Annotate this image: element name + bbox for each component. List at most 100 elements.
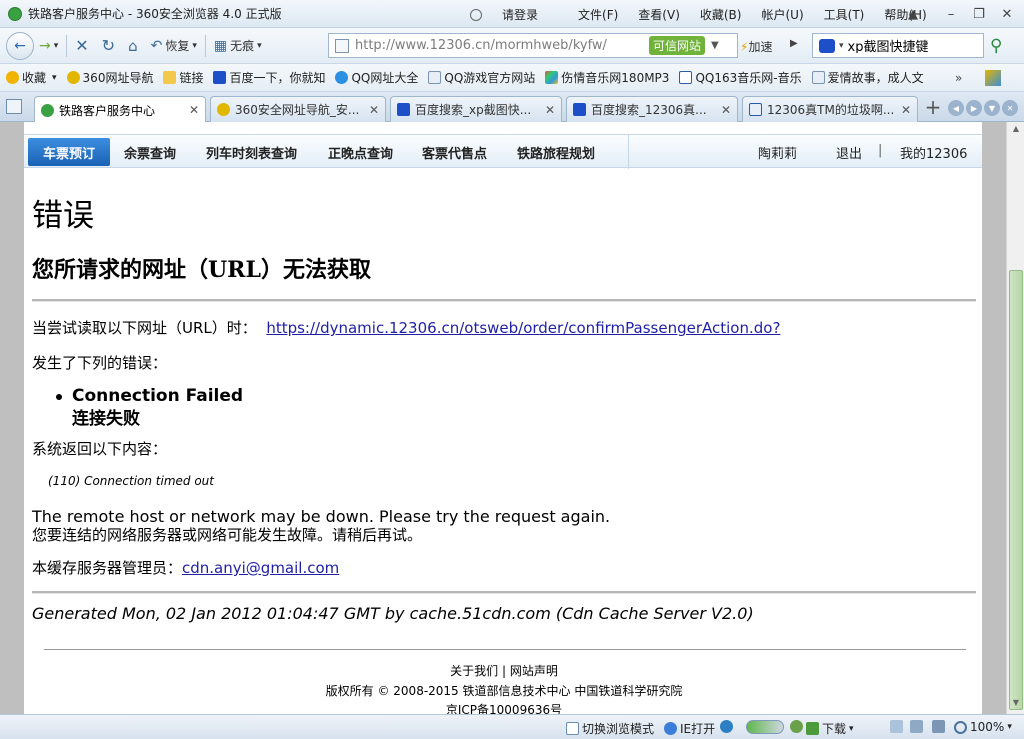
favorite-item[interactable]: QQ163音乐网-音乐 [679, 69, 802, 86]
home-button[interactable]: ⌂ [123, 33, 146, 59]
favorite-item[interactable]: 360网址导航 [66, 69, 153, 86]
tab-railway-service[interactable]: 铁路客户服务中心 ✕ [34, 96, 206, 123]
page-viewport: 车票预订 余票查询 列车时刻表查询 正晚点查询 客票代售点 铁路旅程规划 陶莉莉… [0, 122, 1024, 714]
vertical-scrollbar[interactable]: ▲ ▼ [1006, 122, 1024, 714]
menu-favorites[interactable]: 收藏(B) [700, 6, 742, 23]
minimize-button[interactable]: – [938, 4, 964, 24]
remote-host-message-cn: 您要连结的网络服务器或网络可能发生故障。请稍后再试。 [32, 526, 423, 544]
menu-tools[interactable]: 工具(T) [824, 6, 865, 23]
my-12306-link[interactable]: 我的12306 [900, 143, 967, 162]
ie-open-button[interactable]: IE打开 [664, 720, 715, 737]
back-button[interactable]: ← [6, 31, 34, 60]
scroll-up-icon[interactable]: ▲ [1009, 124, 1023, 138]
download-button[interactable]: 下载 ▾ [806, 720, 854, 737]
favorite-item[interactable]: QQ网址大全 [335, 69, 418, 86]
more-favorites-icon[interactable]: » [955, 71, 962, 85]
generated-line: Generated Mon, 02 Jan 2012 01:04:47 GMT … [32, 604, 754, 623]
baidu-paw-icon [573, 103, 586, 116]
site-icon [217, 103, 230, 116]
favorite-item[interactable]: 链接 [163, 69, 203, 86]
print-icon[interactable] [910, 720, 926, 733]
address-bar[interactable]: 可信网站 ▼ [328, 33, 738, 58]
favorite-item[interactable]: 百度一下，你就知 [213, 69, 325, 86]
scroll-down-icon[interactable]: ▼ [1009, 698, 1023, 712]
close-icon[interactable]: ✕ [369, 103, 379, 117]
nav-delay-query[interactable]: 正晚点查询 [328, 143, 393, 162]
favorite-item[interactable]: QQ游戏官方网站 [428, 69, 535, 86]
ie-icon [664, 722, 677, 735]
tab-scroll-controls: ◀ ▶ ▼ ✕ [948, 100, 1020, 116]
tab-menu-icon[interactable]: ▼ [984, 100, 1000, 116]
close-icon[interactable]: ✕ [901, 103, 911, 117]
app-cube-icon[interactable] [985, 70, 1001, 86]
tab-360-nav[interactable]: 360安全网址导航_安... ✕ [210, 96, 386, 122]
favorite-item[interactable]: 伤情音乐网180MP3 [545, 69, 669, 86]
menu-file[interactable]: 文件(F) [578, 6, 618, 23]
try-url-line: 当尝试读取以下网址（URL）时： https://dynamic.12306.c… [32, 319, 781, 337]
chevron-down-icon[interactable]: ▼ [711, 40, 719, 51]
login-link[interactable]: 请登录 [470, 6, 558, 23]
forward-button[interactable]: → ▾ [34, 33, 63, 59]
chevron-down-icon[interactable]: ▾ [839, 41, 844, 51]
url-input[interactable] [355, 38, 645, 53]
close-window-button[interactable]: ✕ [994, 4, 1020, 24]
trusted-site-badge[interactable]: 可信网站 [649, 36, 706, 55]
favorites-menu[interactable]: 收藏 ▾ [6, 69, 57, 86]
star-icon [6, 71, 19, 84]
toggle-switch[interactable] [746, 720, 784, 734]
clipboard-icon[interactable] [890, 720, 906, 733]
windows-icon [545, 71, 559, 84]
zoom-control[interactable]: 100% ▾ [954, 720, 1012, 734]
new-tab-button[interactable]: + [922, 97, 944, 119]
menu-view[interactable]: 查看(V) [638, 6, 680, 23]
close-icon[interactable]: ✕ [545, 103, 555, 117]
tab-scroll-left-icon[interactable]: ◀ [948, 100, 964, 116]
play-icon[interactable]: ▶ [790, 38, 798, 49]
nav-ticket-query[interactable]: 余票查询 [124, 143, 176, 162]
tab-list-icon[interactable] [6, 99, 22, 114]
restore-button[interactable]: ↶ 恢复 ▾ [146, 33, 202, 59]
stop-button[interactable]: ✕ [70, 33, 96, 59]
tab-baidu-xp[interactable]: 百度搜索_xp截图快... ✕ [390, 96, 562, 122]
about-us-link[interactable]: 关于我们 [450, 664, 498, 678]
favorite-item[interactable]: 爱情故事，成人文 [811, 69, 924, 86]
page-icon [811, 71, 825, 84]
download-icon [806, 722, 819, 735]
chevron-down-icon: ▾ [257, 40, 262, 51]
chevron-down-icon: ▾ [192, 40, 197, 51]
tab-baidu-12306[interactable]: 百度搜索_12306真... ✕ [566, 96, 738, 122]
failed-url-link[interactable]: https://dynamic.12306.cn/otsweb/order/co… [266, 319, 780, 337]
user-name[interactable]: 陶莉莉 [758, 143, 797, 162]
globe-icon[interactable] [720, 720, 736, 733]
nav-journey-planner[interactable]: 铁路旅程规划 [517, 143, 595, 162]
menu-account[interactable]: 帐户(U) [761, 6, 803, 23]
accelerate-button[interactable]: ⚡加速 [740, 38, 772, 55]
nav-ticket-booking[interactable]: 车票预订 [28, 138, 110, 166]
nav-agency-points[interactable]: 客票代售点 [422, 143, 487, 162]
eye-icon[interactable] [790, 720, 806, 733]
divider [32, 299, 976, 302]
refresh-button[interactable]: ↻ [97, 33, 123, 59]
logout-link[interactable]: 退出 [836, 143, 862, 162]
forward-arrow-icon: → [39, 37, 51, 54]
switch-mode-button[interactable]: 切换浏览模式 [566, 720, 654, 737]
icp-number: 京ICP备10009636号 [445, 703, 563, 714]
close-icon[interactable]: ✕ [721, 103, 731, 117]
scroll-thumb[interactable] [1009, 270, 1023, 710]
restore-window-button[interactable]: ❐ [966, 4, 992, 24]
search-icon[interactable]: ⚲ [990, 36, 1002, 56]
incognito-button[interactable]: ▦ 无痕 ▾ [209, 33, 267, 59]
search-input[interactable] [847, 38, 968, 53]
favorites-bar: 收藏 ▾ 360网址导航 链接 百度一下，你就知 QQ网址大全 QQ游戏官方网站 … [0, 64, 1024, 92]
admin-email-link[interactable]: cdn.anyi@gmail.com [182, 559, 339, 577]
nav-timetable[interactable]: 列车时刻表查询 [206, 143, 297, 162]
speaker-icon[interactable] [932, 720, 948, 733]
tab-close-all-icon[interactable]: ✕ [1002, 100, 1018, 116]
search-box[interactable]: ▾ [812, 33, 984, 58]
stop-icon: ✕ [75, 36, 89, 55]
tab-scroll-right-icon[interactable]: ▶ [966, 100, 982, 116]
tab-12306-rant[interactable]: 12306真TM的垃圾啊... ✕ [742, 96, 918, 122]
skin-icon[interactable]: ▲ [900, 4, 926, 24]
site-statement-link[interactable]: 网站声明 [510, 664, 558, 678]
close-icon[interactable]: ✕ [189, 103, 199, 117]
